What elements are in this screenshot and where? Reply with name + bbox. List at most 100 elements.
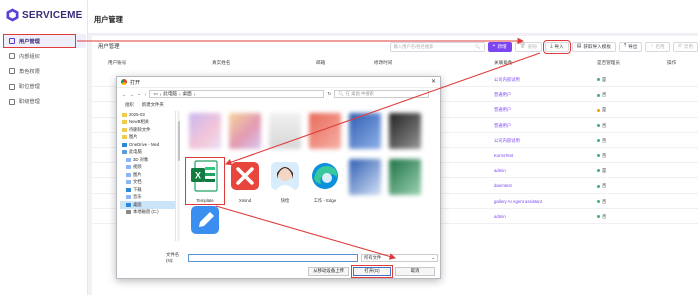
filetype-value: 所有文件 <box>364 254 382 260</box>
nav-pane-item[interactable]: 文档 <box>120 179 175 187</box>
enable-button-label: 启用 <box>655 43 665 49</box>
export-button[interactable]: ⤒ 导出 <box>618 41 643 52</box>
refresh-icon[interactable]: ↻ <box>327 91 331 97</box>
import-button[interactable]: ⤓ 导入 <box>542 39 572 54</box>
file-grid: X Template Xmind 快绘 工作 - Edge <box>183 111 437 241</box>
column-header: 邮箱 <box>316 60 326 65</box>
dialog-search-input[interactable]: 🔍︎ 在 桌面 中搜索 <box>334 90 430 98</box>
sidebar-item-positions[interactable]: 职位管理 <box>4 80 86 94</box>
search-input[interactable]: 输入用户名/姓名搜索 🔍︎ <box>389 41 485 52</box>
nav-pane-item[interactable]: 视频 <box>120 164 175 172</box>
nav-pane-item[interactable]: NewB相关 <box>120 119 175 127</box>
delete-button[interactable]: 🗑︎ 删除 <box>514 41 543 52</box>
admin-value: 否 <box>602 152 607 158</box>
breadcrumb-sep: › <box>193 91 196 97</box>
sidebar-item-role-permissions[interactable]: 角色权限 <box>4 64 86 78</box>
file-label-avatar: 快绘 <box>280 198 290 203</box>
admin-value: 否 <box>602 213 607 219</box>
download-template-button[interactable]: ▤ 获取导入模板 <box>571 41 616 52</box>
organize-menu[interactable]: 组织 <box>125 102 134 108</box>
page-header: 用户管理 <box>88 0 698 34</box>
sidebar-item-internal-org[interactable]: 内部组织 <box>4 49 86 63</box>
breadcrumb-sep: › <box>159 91 162 97</box>
search-icon: 🔍︎ <box>338 91 344 96</box>
file-item[interactable] <box>227 113 263 151</box>
chevron-down-icon[interactable]: ⌄ <box>137 91 141 97</box>
admin-cell: 是 <box>597 168 606 174</box>
file-label-xmind: Xmind <box>238 198 252 203</box>
file-item[interactable] <box>267 113 303 151</box>
new-folder-button[interactable]: 新建文件夹 <box>142 102 164 108</box>
file-item-template[interactable]: X Template <box>185 157 225 205</box>
breadcrumb-this-pc[interactable]: 此电脑 <box>163 91 177 97</box>
export-icon: ⤒ <box>623 43 627 49</box>
up-icon[interactable]: ↑ <box>144 92 146 97</box>
import-icon: ⤓ <box>550 43 553 49</box>
admin-cell: 否 <box>597 92 606 98</box>
scrollbar-thumb[interactable] <box>177 121 180 161</box>
folder-icon <box>122 120 127 125</box>
role-cell: admin <box>494 168 506 174</box>
nav-pane-label: 本地磁盘 (C:) <box>133 209 159 215</box>
avatar-app-icon <box>271 162 299 190</box>
address-bar[interactable]: ▭ › 此电脑 › 桌面 › <box>149 90 325 98</box>
admin-value: 否 <box>602 198 607 204</box>
back-icon[interactable]: ← <box>122 92 127 97</box>
nav-pane-item[interactable]: 图片 <box>120 134 175 142</box>
file-item-edge[interactable]: 工作 - Edge <box>307 159 343 204</box>
breadcrumb-desktop[interactable]: 桌面 <box>183 91 192 97</box>
file-item[interactable] <box>187 113 223 151</box>
trash-icon: 🗑︎ <box>519 43 526 49</box>
nav-pane-item[interactable]: 下载 <box>120 186 175 194</box>
xmind-app-icon <box>231 162 259 190</box>
dialog-search-placeholder: 在 桌面 中搜索 <box>345 91 374 96</box>
nav-pane-label: 桌面 <box>133 201 142 207</box>
file-item-shortcut[interactable] <box>187 203 223 242</box>
folder-icon <box>122 135 127 140</box>
role-cell: 普通用户 <box>494 92 512 98</box>
file-thumbnail <box>229 113 261 149</box>
admin-cell: 否 <box>597 123 606 129</box>
enable-button[interactable]: ○ 启用 <box>645 41 670 52</box>
cancel-button[interactable]: 取消 <box>395 266 435 276</box>
nav-pane-item[interactable]: 音乐 <box>120 194 175 202</box>
disable-button-label: 禁用 <box>683 43 693 49</box>
role-cell: gallery AI Agent assistant <box>494 198 543 204</box>
close-icon[interactable]: ✕ <box>431 78 436 85</box>
nav-pane-item[interactable]: 图片 <box>120 171 175 179</box>
nav-pane-item[interactable]: 此电脑 <box>120 149 175 157</box>
nav-pane-item[interactable]: 待删除文件 <box>120 126 175 134</box>
ban-icon: ⊘ <box>677 43 682 49</box>
filetype-select[interactable]: 所有文件 ⌄ <box>361 253 438 262</box>
nav-pane-item[interactable]: OneDrive - Med <box>120 141 175 149</box>
file-item-avatar[interactable]: 快绘 <box>267 159 303 204</box>
sidebar-item-label: 职位管理 <box>19 84 40 91</box>
forward-icon[interactable]: → <box>130 92 135 97</box>
file-item[interactable] <box>347 113 383 151</box>
nav-scrollbar[interactable] <box>177 111 180 241</box>
sidebar-item-label: 角色权限 <box>19 68 40 75</box>
nav-pane-item[interactable]: 本地磁盘 (C:) <box>120 209 175 217</box>
document-icon: ▤ <box>576 43 582 49</box>
nav-pane-item[interactable]: 桌面 <box>120 201 175 209</box>
file-item[interactable] <box>387 159 423 197</box>
brand-logo-icon <box>6 8 19 22</box>
new-button[interactable]: + 新增 <box>487 41 512 52</box>
sidebar-item-ranks[interactable]: 职级管理 <box>4 95 86 109</box>
nav-pane-label: 图片 <box>133 171 142 177</box>
nav-pane-item[interactable]: 2025-03 <box>120 111 175 119</box>
nav-pane-item[interactable]: 3D 对象 <box>120 156 175 164</box>
file-item-xmind[interactable]: Xmind <box>227 159 263 203</box>
file-item[interactable] <box>307 113 343 151</box>
filename-input[interactable] <box>188 253 359 262</box>
status-dot <box>597 169 600 173</box>
upload-from-device-button[interactable]: 从移动设备上传 <box>308 266 349 276</box>
file-item[interactable] <box>347 159 383 197</box>
file-item[interactable] <box>387 113 423 151</box>
brand-logo[interactable]: SERVICEME <box>6 6 83 24</box>
disable-button[interactable]: ⊘ 禁用 <box>672 41 698 52</box>
open-button[interactable]: 打开(O) <box>350 264 394 278</box>
admin-cell: 否 <box>597 138 606 144</box>
folder-icon <box>122 150 127 155</box>
admin-value: 是 <box>602 77 607 82</box>
